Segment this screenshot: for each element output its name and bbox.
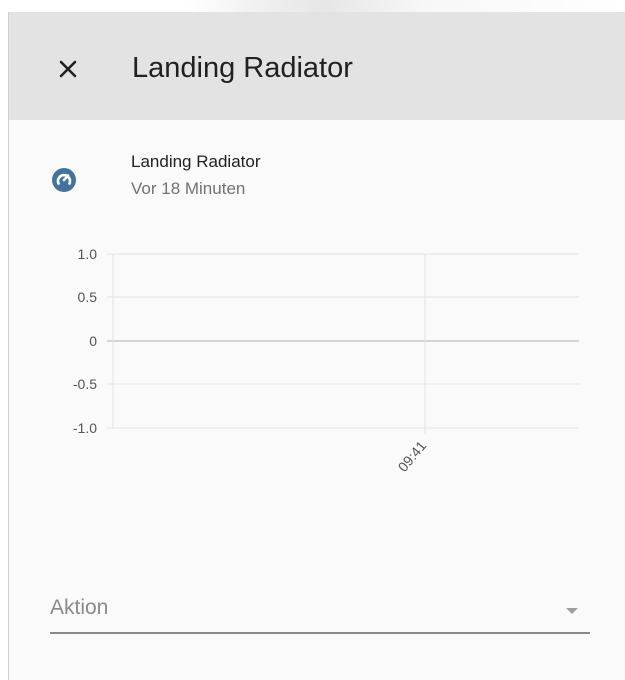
x-tick-labels: 09:41 [395, 437, 430, 474]
y-tick-label: 1.0 [78, 246, 98, 262]
action-select-label: Aktion [50, 596, 109, 619]
close-icon [59, 60, 77, 78]
x-tick-label: 09:41 [395, 437, 430, 474]
entity-name: Landing Radiator [131, 152, 261, 171]
dialog-header: Landing Radiator [9, 12, 625, 120]
background-blur [0, 0, 625, 12]
dropdown-arrow-icon [566, 608, 578, 614]
entity-last-changed: Vor 18 Minuten [131, 179, 246, 198]
window-top-strip [0, 0, 625, 12]
more-info-dialog: Landing Radiator Landing Radiator Vor 18… [8, 12, 625, 680]
y-tick-label: 0 [89, 333, 97, 349]
chart-gridlines [107, 253, 579, 434]
dialog-title: Landing Radiator [132, 52, 353, 84]
y-tick-label: -0.5 [73, 376, 97, 392]
y-tick-labels: 1.0 0.5 0 -0.5 -1.0 [73, 246, 97, 436]
y-tick-label: -1.0 [73, 420, 97, 436]
entity-row: Landing Radiator Vor 18 Minuten [9, 142, 625, 212]
action-select[interactable]: Aktion [50, 596, 590, 634]
y-tick-label: 0.5 [78, 289, 98, 305]
close-button[interactable] [49, 50, 85, 86]
radiator-state-icon [50, 166, 78, 194]
history-chart: 1.0 0.5 0 -0.5 -1.0 09:41 [9, 234, 625, 524]
